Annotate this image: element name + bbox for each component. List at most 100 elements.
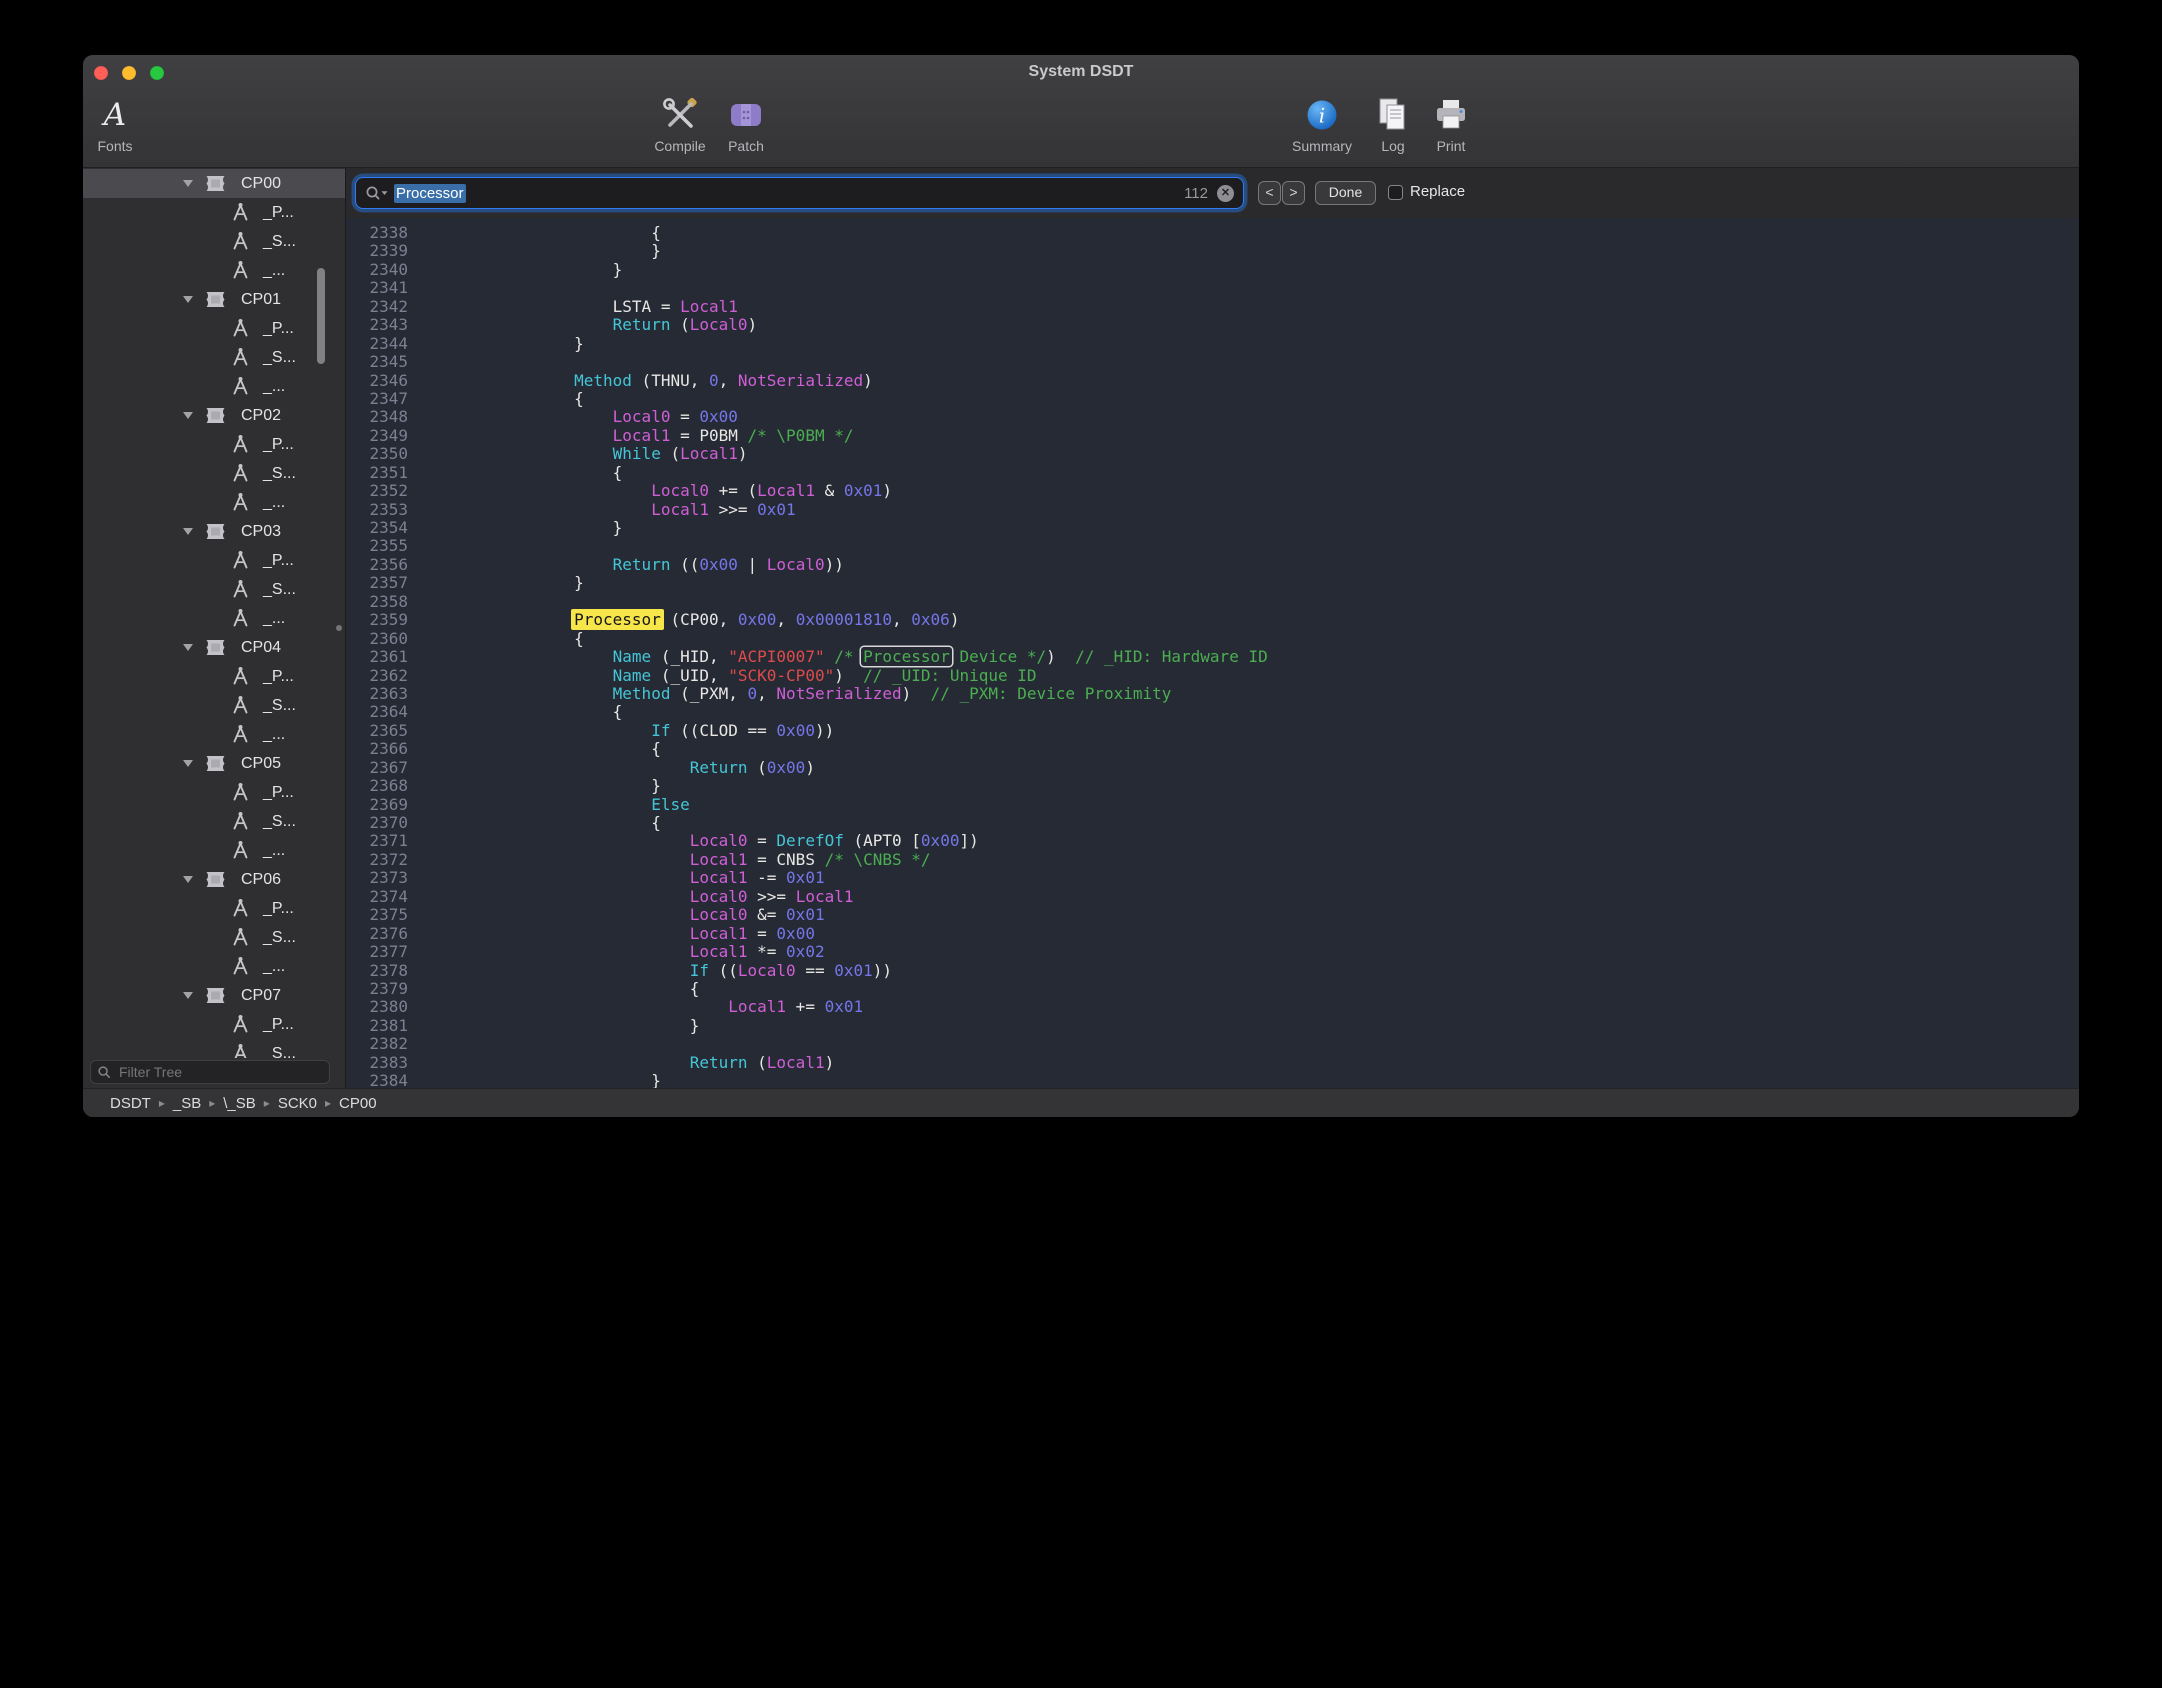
- tree-item-method[interactable]: _...: [83, 720, 345, 749]
- sidebar-scrollbar[interactable]: [317, 268, 325, 364]
- disclosure-icon[interactable]: [183, 180, 193, 187]
- tree-item-cp01[interactable]: CP01: [83, 285, 345, 314]
- disclosure-icon[interactable]: [183, 876, 193, 883]
- tree-item-method[interactable]: _P...: [83, 546, 345, 575]
- compile-button[interactable]: Compile: [640, 95, 720, 154]
- tree-item-label: _S...: [263, 813, 296, 831]
- tree-item-method[interactable]: _P...: [83, 778, 345, 807]
- previous-match-button[interactable]: <: [1258, 181, 1281, 205]
- method-icon: [230, 1014, 251, 1034]
- code-line: 2381 }: [346, 1017, 2079, 1035]
- code-line: 2383 Return (Local1): [346, 1054, 2079, 1072]
- fonts-icon: A: [104, 95, 126, 135]
- method-icon: [230, 347, 251, 367]
- code-line: 2343 Return (Local0): [346, 316, 2079, 334]
- splitter-handle[interactable]: [336, 625, 342, 631]
- breadcrumb-item[interactable]: \_SB: [223, 1095, 256, 1112]
- method-icon: [230, 782, 251, 802]
- tree-item-method[interactable]: _S...: [83, 1039, 345, 1059]
- line-number: 2369: [346, 796, 408, 814]
- tree-item-method[interactable]: _P...: [83, 198, 345, 227]
- code-line: 2370 {: [346, 814, 2079, 832]
- tree-item-cp02[interactable]: CP02: [83, 401, 345, 430]
- tree-item-method[interactable]: _S...: [83, 227, 345, 256]
- disclosure-icon[interactable]: [183, 644, 193, 651]
- filter-search-icon: [97, 1065, 112, 1080]
- tree-item-cp06[interactable]: CP06: [83, 865, 345, 894]
- line-number: 2368: [346, 777, 408, 795]
- tree-item-method[interactable]: _P...: [83, 894, 345, 923]
- scope-icon: [204, 870, 227, 889]
- tree-item-cp05[interactable]: CP05: [83, 749, 345, 778]
- line-number: 2376: [346, 925, 408, 943]
- tree-item-method[interactable]: _S...: [83, 343, 345, 372]
- replace-checkbox[interactable]: [1388, 185, 1403, 200]
- line-number: 2355: [346, 537, 408, 555]
- clear-search-icon[interactable]: ✕: [1217, 185, 1234, 202]
- tree-item-label: CP04: [241, 639, 281, 657]
- tree-item-method[interactable]: _...: [83, 488, 345, 517]
- scope-icon: [204, 406, 227, 425]
- tree-item-cp00[interactable]: CP00: [83, 169, 345, 198]
- disclosure-icon[interactable]: [183, 992, 193, 999]
- tree-item-method[interactable]: _S...: [83, 459, 345, 488]
- method-icon: [230, 202, 251, 222]
- tree-item-label: _S...: [263, 697, 296, 715]
- sidebar-tree[interactable]: CP00 _P... _S... _... CP01 _P... _S...: [83, 169, 345, 1059]
- tree-item-method[interactable]: _...: [83, 256, 345, 285]
- tree-item-label: CP03: [241, 523, 281, 541]
- tree-item-method[interactable]: _...: [83, 604, 345, 633]
- log-button[interactable]: Log: [1365, 95, 1421, 154]
- tree-item-method[interactable]: _S...: [83, 575, 345, 604]
- tree-item-method[interactable]: _...: [83, 836, 345, 865]
- tree-item-method[interactable]: _...: [83, 372, 345, 401]
- patch-button[interactable]: Patch: [711, 95, 781, 154]
- done-button[interactable]: Done: [1315, 181, 1376, 205]
- code-editor[interactable]: 2338 {2339 }2340 }23412342 LSTA = Local1…: [346, 218, 2079, 1088]
- code-line: 2347 {: [346, 390, 2079, 408]
- next-match-button[interactable]: >: [1282, 181, 1305, 205]
- fonts-button[interactable]: A Fonts: [85, 95, 145, 154]
- tree-item-method[interactable]: _S...: [83, 923, 345, 952]
- disclosure-icon[interactable]: [183, 528, 193, 535]
- code-line: 2341: [346, 279, 2079, 297]
- tree-item-cp03[interactable]: CP03: [83, 517, 345, 546]
- code-line: 2367 Return (0x00): [346, 759, 2079, 777]
- code-line: 2360 {: [346, 630, 2079, 648]
- tree-item-cp07[interactable]: CP07: [83, 981, 345, 1010]
- find-input[interactable]: Processor 112 ✕: [356, 178, 1243, 208]
- breadcrumb-item[interactable]: _SB: [173, 1095, 201, 1112]
- breadcrumb-item[interactable]: SCK0: [278, 1095, 317, 1112]
- method-icon: [230, 840, 251, 860]
- summary-button[interactable]: i Summary: [1277, 95, 1367, 154]
- tree-item-method[interactable]: _...: [83, 952, 345, 981]
- tree-item-label: _S...: [263, 581, 296, 599]
- method-icon: [230, 724, 251, 744]
- documents-icon: [1374, 95, 1412, 135]
- tree-item-method[interactable]: _S...: [83, 807, 345, 836]
- disclosure-icon[interactable]: [183, 296, 193, 303]
- tree-item-method[interactable]: _P...: [83, 314, 345, 343]
- print-button[interactable]: Print: [1423, 95, 1479, 154]
- disclosure-icon[interactable]: [183, 412, 193, 419]
- breadcrumb-item[interactable]: CP00: [339, 1095, 377, 1112]
- tree-item-method[interactable]: _P...: [83, 430, 345, 459]
- line-number: 2372: [346, 851, 408, 869]
- scope-icon: [204, 290, 227, 309]
- disclosure-icon[interactable]: [183, 760, 193, 767]
- search-menu-icon[interactable]: [365, 185, 389, 201]
- breadcrumb-item[interactable]: DSDT: [110, 1095, 151, 1112]
- tree-item-method[interactable]: _P...: [83, 662, 345, 691]
- line-number: 2366: [346, 740, 408, 758]
- replace-label: Replace: [1410, 183, 1465, 200]
- line-number: 2362: [346, 667, 408, 685]
- line-number: 2347: [346, 390, 408, 408]
- tree-item-cp04[interactable]: CP04: [83, 633, 345, 662]
- tree-item-method[interactable]: _S...: [83, 691, 345, 720]
- line-number: 2350: [346, 445, 408, 463]
- line-number: 2353: [346, 501, 408, 519]
- filter-tree-input[interactable]: [117, 1063, 323, 1081]
- line-number: 2371: [346, 832, 408, 850]
- line-number: 2360: [346, 630, 408, 648]
- tree-item-method[interactable]: _P...: [83, 1010, 345, 1039]
